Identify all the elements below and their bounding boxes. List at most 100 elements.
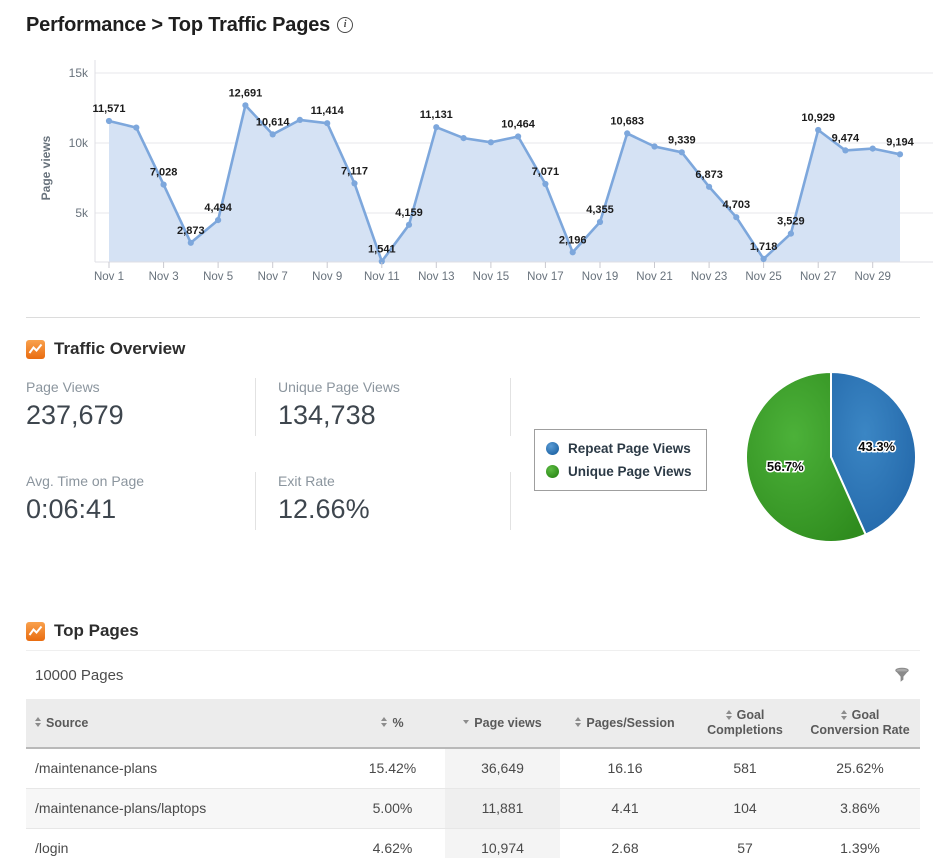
top-pages-section: Top Pages 10000 Pages Source% Page views P… (26, 620, 920, 858)
value-cell: 10,974 (445, 828, 560, 858)
metric-label: Page Views (26, 378, 239, 396)
metric-value: 134,738 (278, 398, 494, 432)
svg-text:9,194: 9,194 (886, 136, 914, 148)
column-header-page-views[interactable]: Page views (445, 699, 560, 748)
metric-label: Unique Page Views (278, 378, 494, 396)
area-chart-svg: 11,5717,0282,8734,49412,69110,61411,4147… (40, 56, 935, 288)
svg-text:1,718: 1,718 (750, 241, 778, 253)
svg-text:Nov 3: Nov 3 (149, 271, 179, 283)
pie-area: Repeat Page Views Unique Page Views 43.3… (511, 368, 920, 570)
metric-label: Exit Rate (278, 472, 494, 490)
svg-text:Nov 11: Nov 11 (364, 271, 400, 283)
column-header-[interactable]: % (340, 699, 445, 748)
value-cell: 3.86% (800, 788, 920, 828)
svg-text:Nov 19: Nov 19 (582, 271, 618, 283)
svg-text:9,474: 9,474 (832, 132, 860, 144)
value-cell: 16.16 (560, 748, 690, 788)
svg-text:Nov 21: Nov 21 (636, 271, 672, 283)
legend-swatch-green (546, 465, 559, 478)
source-cell: /maintenance-plans/laptops (26, 788, 340, 828)
column-label: Page views (474, 716, 541, 730)
svg-text:10,683: 10,683 (610, 115, 644, 127)
sort-icon (726, 710, 732, 720)
column-header-goal-completions[interactable]: Goal Completions (690, 699, 800, 748)
sort-icon (35, 717, 41, 727)
svg-text:Nov 9: Nov 9 (312, 271, 342, 283)
top-pages-heading: Top Pages (26, 620, 920, 642)
svg-text:10,464: 10,464 (501, 119, 536, 131)
value-cell: 1.39% (800, 828, 920, 858)
pie-legend: Repeat Page Views Unique Page Views (534, 429, 707, 491)
svg-text:Nov 7: Nov 7 (258, 271, 288, 283)
svg-text:43.3%: 43.3% (858, 439, 895, 454)
table-row[interactable]: /login4.62%10,9742.68571.39% (26, 828, 920, 858)
svg-text:7,117: 7,117 (341, 165, 368, 177)
sort-desc-icon (463, 720, 469, 724)
source-cell: /maintenance-plans (26, 748, 340, 788)
pageviews-area-chart: 11,5717,0282,8734,49412,69110,61411,4147… (40, 56, 920, 288)
svg-text:7,071: 7,071 (532, 166, 560, 178)
table-row[interactable]: /maintenance-plans15.42%36,64916.1658125… (26, 748, 920, 788)
metric-value: 12.66% (278, 492, 494, 526)
column-header-source[interactable]: Source (26, 699, 340, 748)
value-cell: 581 (690, 748, 800, 788)
svg-text:Nov 13: Nov 13 (418, 271, 454, 283)
legend-item-repeat-page-views[interactable]: Repeat Page Views (546, 437, 692, 460)
column-label: Pages/Session (586, 716, 674, 730)
section-divider (26, 317, 920, 318)
value-cell: 36,649 (445, 748, 560, 788)
metric-value: 237,679 (26, 398, 239, 432)
value-cell: 57 (690, 828, 800, 858)
analytics-icon (26, 622, 45, 641)
svg-text:Nov 17: Nov 17 (527, 271, 563, 283)
metric-value: 0:06:41 (26, 492, 239, 526)
page-title: Performance > Top Traffic Pages i (26, 12, 920, 38)
svg-text:6,873: 6,873 (695, 169, 723, 181)
traffic-overview-heading: Traffic Overview (26, 338, 920, 360)
sort-icon (575, 717, 581, 727)
svg-text:56.7%: 56.7% (767, 459, 804, 474)
svg-text:12,691: 12,691 (229, 87, 263, 99)
svg-text:Nov 25: Nov 25 (745, 271, 781, 283)
svg-text:11,571: 11,571 (92, 103, 125, 115)
column-header-pages-session[interactable]: Pages/Session (560, 699, 690, 748)
metric-label: Avg. Time on Page (26, 472, 239, 490)
metric-avg-time-on-page: Avg. Time on Page 0:06:41 (26, 472, 256, 530)
svg-text:Nov 29: Nov 29 (854, 271, 890, 283)
info-icon[interactable]: i (337, 17, 353, 33)
svg-text:2,873: 2,873 (177, 225, 205, 237)
source-cell: /login (26, 828, 340, 858)
column-label: Source (46, 716, 88, 730)
svg-text:5k: 5k (75, 206, 89, 220)
value-cell: 15.42% (340, 748, 445, 788)
column-label: % (392, 716, 403, 730)
traffic-overview-body: Page Views 237,679 Unique Page Views 134… (26, 378, 920, 570)
sort-icon (841, 710, 847, 720)
top-pages-table: Source% Page views Pages/Session Goal Compl… (26, 699, 920, 858)
top-pages-table-block: 10000 Pages Source% Page views Pages/Sessi… (26, 650, 920, 858)
svg-text:Page views: Page views (40, 135, 53, 200)
column-header-goal-conversion-rate[interactable]: Goal Conversion Rate (800, 699, 920, 748)
svg-text:Nov 5: Nov 5 (203, 271, 233, 283)
pie-chart-svg: 43.3% 56.7% (742, 368, 920, 546)
legend-item-unique-page-views[interactable]: Unique Page Views (546, 460, 692, 483)
metric-exit-rate: Exit Rate 12.66% (256, 472, 511, 530)
svg-text:10,614: 10,614 (256, 116, 291, 128)
sort-icon (381, 717, 387, 727)
svg-text:1,541: 1,541 (368, 243, 396, 255)
filter-icon[interactable] (892, 665, 912, 686)
table-toolbar: 10000 Pages (26, 651, 920, 699)
metric-page-views: Page Views 237,679 (26, 378, 256, 436)
svg-text:10,929: 10,929 (801, 112, 835, 124)
column-label: Goal Completions (707, 708, 783, 737)
svg-text:4,494: 4,494 (204, 202, 232, 214)
svg-text:2,196: 2,196 (559, 234, 587, 246)
svg-text:7,028: 7,028 (150, 167, 178, 179)
value-cell: 25.62% (800, 748, 920, 788)
value-cell: 4.41 (560, 788, 690, 828)
pages-count: 10000 Pages (35, 667, 123, 684)
svg-text:15k: 15k (69, 66, 89, 80)
table-row[interactable]: /maintenance-plans/laptops5.00%11,8814.4… (26, 788, 920, 828)
metric-unique-page-views: Unique Page Views 134,738 (256, 378, 511, 436)
value-cell: 11,881 (445, 788, 560, 828)
